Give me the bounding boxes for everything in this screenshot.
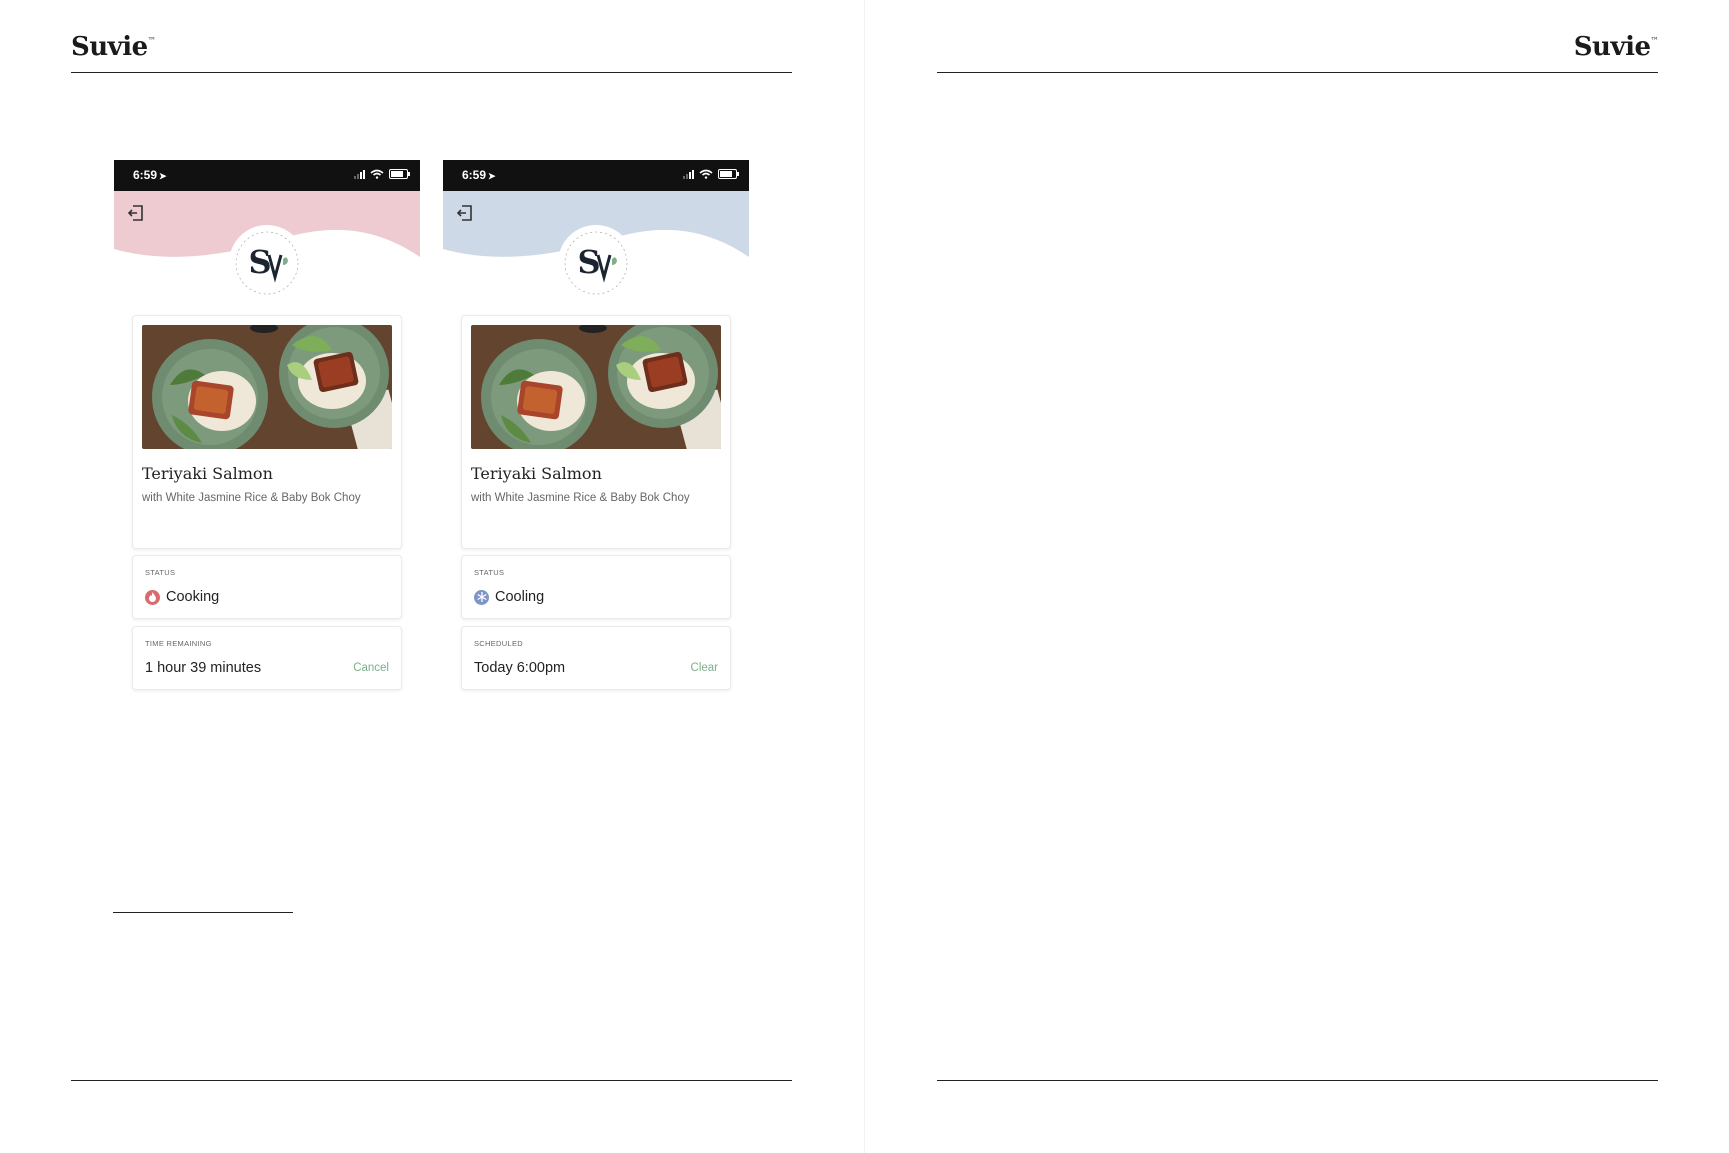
svg-text:S: S [577, 243, 600, 281]
cancel-button[interactable]: Cancel [353, 662, 389, 674]
status-bar: 6:59 ➤ [114, 160, 420, 191]
status-bar-time: 6:59 ➤ [462, 168, 496, 182]
battery-icon [389, 169, 410, 179]
back-icon[interactable] [455, 203, 475, 223]
status-value: Cooling [495, 589, 545, 605]
meal-title: Teriyaki Salmon [471, 464, 602, 483]
status-bar: 6:59 ➤ [443, 160, 749, 191]
footer-rule [937, 1080, 1658, 1081]
meal-subtitle: with White Jasmine Rice & Baby Bok Choy [142, 492, 361, 504]
restaurant-logo: S [558, 225, 634, 301]
time-remaining-value: 1 hour 39 minutes [145, 660, 262, 676]
snowflake-icon [474, 589, 489, 605]
scheduled-card: SCHEDULED Today 6:00pm Clear [461, 626, 731, 690]
battery-icon [718, 169, 739, 179]
footer-rule [71, 1080, 792, 1081]
time-remaining-label: TIME REMAINING [145, 639, 212, 648]
back-icon[interactable] [126, 203, 146, 223]
right-page: Suvie™ [865, 0, 1729, 1153]
meal-photo [142, 325, 392, 449]
wifi-icon [370, 169, 384, 179]
flame-icon [145, 589, 160, 605]
footnote-rule [113, 912, 293, 913]
restaurant-logo: S [229, 225, 305, 301]
header-rule [937, 72, 1658, 73]
scheduled-value: Today 6:00pm [474, 660, 566, 676]
svg-text:S: S [248, 243, 271, 281]
header-rule [71, 72, 792, 73]
brand-logo: Suvie™ [1573, 32, 1659, 62]
meal-title: Teriyaki Salmon [142, 464, 273, 483]
signal-icon [354, 169, 365, 179]
meal-subtitle: with White Jasmine Rice & Baby Bok Choy [471, 492, 690, 504]
phone-screen-cooking: 6:59 ➤ S Teriyaki Salmon with White Jasm… [114, 160, 420, 695]
meal-card[interactable]: Teriyaki Salmon with White Jasmine Rice … [132, 315, 402, 549]
signal-icon [683, 169, 694, 179]
clear-button[interactable]: Clear [691, 662, 718, 674]
scheduled-label: SCHEDULED [474, 639, 523, 648]
phone-screen-cooling: 6:59 ➤ S Teriyaki Salmon with White Jasm… [443, 160, 749, 695]
status-bar-time: 6:59 ➤ [133, 168, 167, 182]
status-label: STATUS [145, 568, 176, 577]
status-card: STATUS Cooking [132, 555, 402, 619]
status-card: STATUS Cooling [461, 555, 731, 619]
brand-logo: Suvie™ [71, 32, 156, 62]
wifi-icon [699, 169, 713, 179]
meal-card[interactable]: Teriyaki Salmon with White Jasmine Rice … [461, 315, 731, 549]
left-page: Suvie™ 6:59 ➤ S Teriyaki Salmon with Whi… [0, 0, 864, 1153]
meal-photo [471, 325, 721, 449]
status-label: STATUS [474, 568, 505, 577]
status-value: Cooking [166, 589, 220, 605]
time-remaining-card: TIME REMAINING 1 hour 39 minutes Cancel [132, 626, 402, 690]
